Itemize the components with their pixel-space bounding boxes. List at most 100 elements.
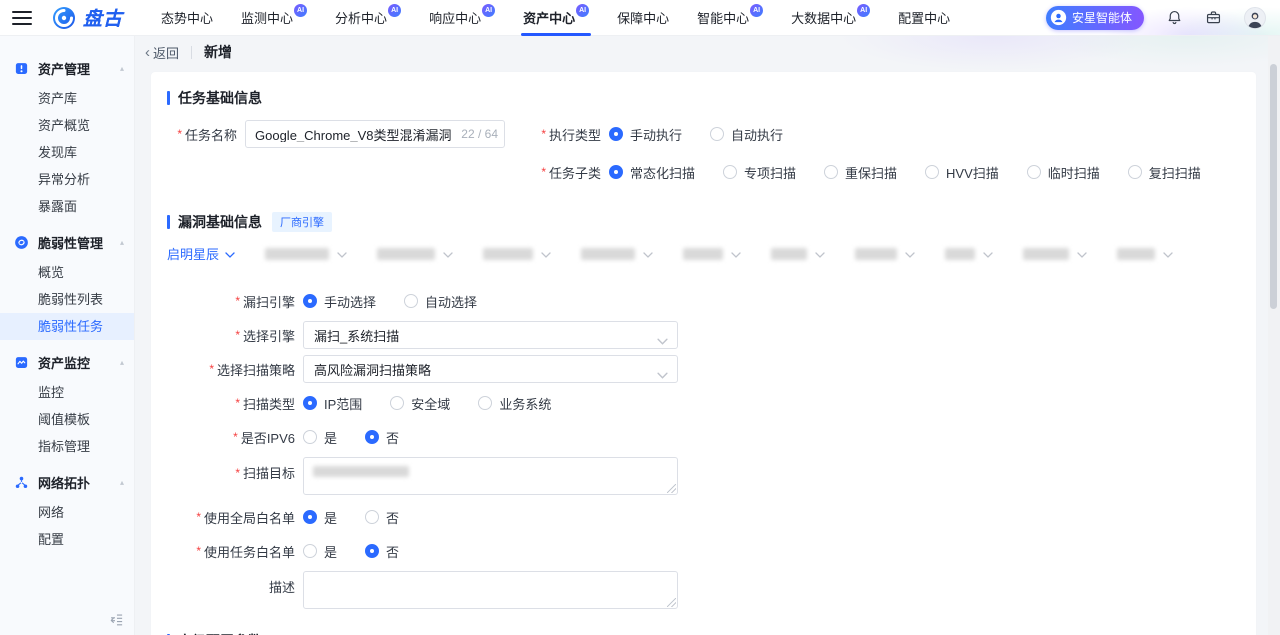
sidebar-item-监控[interactable]: 监控 bbox=[0, 379, 134, 406]
nav-item-label: 资产中心 bbox=[523, 8, 575, 27]
task-whitelist-row: 使用任务白名单 是 否 bbox=[167, 537, 1240, 565]
radio-option-安全域[interactable]: 安全域 bbox=[390, 394, 450, 413]
assistant-label: 安星智能体 bbox=[1072, 9, 1132, 26]
global-whitelist-radio-group: 是否 bbox=[303, 508, 427, 527]
global-whitelist-label: 使用全局白名单 bbox=[167, 508, 295, 527]
radio-option-手动选择[interactable]: 手动选择 bbox=[303, 292, 376, 311]
radio-option-复扫扫描[interactable]: 复扫扫描 bbox=[1128, 163, 1201, 182]
radio-option-自动选择[interactable]: 自动选择 bbox=[404, 292, 477, 311]
radio-dot bbox=[824, 165, 838, 179]
radio-option-label: 否 bbox=[386, 508, 399, 527]
sidebar-group-资产监控[interactable]: 资产监控▴ bbox=[0, 345, 134, 379]
sidebar-item-异常分析[interactable]: 异常分析 bbox=[0, 166, 134, 193]
vendor-redacted-dropdown[interactable] bbox=[771, 246, 825, 261]
nav-item-响应中心[interactable]: 响应中心AI bbox=[423, 0, 501, 36]
chevron-down-icon bbox=[731, 246, 741, 261]
nav-item-资产中心[interactable]: 资产中心AI bbox=[517, 0, 595, 36]
menu-toggle-icon[interactable] bbox=[12, 11, 32, 25]
ai-badge-icon: AI bbox=[294, 4, 307, 17]
description-textarea[interactable] bbox=[303, 571, 678, 609]
vendor-redacted-dropdown[interactable] bbox=[265, 246, 347, 261]
sidebar-item-指标管理[interactable]: 指标管理 bbox=[0, 433, 134, 460]
radio-option-重保扫描[interactable]: 重保扫描 bbox=[824, 163, 897, 182]
ai-badge-icon: AI bbox=[857, 4, 870, 17]
nav-item-大数据中心[interactable]: 大数据中心AI bbox=[785, 0, 876, 36]
sidebar-collapse-icon[interactable] bbox=[109, 612, 124, 627]
vendor-select-qimingxingchen[interactable]: 启明星辰 bbox=[167, 244, 235, 263]
radio-option-专项扫描[interactable]: 专项扫描 bbox=[723, 163, 796, 182]
ai-assistant-button[interactable]: 安星智能体 bbox=[1046, 6, 1144, 30]
radio-option-临时扫描[interactable]: 临时扫描 bbox=[1027, 163, 1100, 182]
sidebar-group-脆弱性管理[interactable]: 脆弱性管理▴ bbox=[0, 225, 134, 259]
toolbox-icon[interactable] bbox=[1205, 9, 1222, 26]
ai-badge-icon: AI bbox=[750, 4, 763, 17]
sidebar-item-脆弱性列表[interactable]: 脆弱性列表 bbox=[0, 286, 134, 313]
radio-option-手动执行[interactable]: 手动执行 bbox=[609, 125, 682, 144]
sidebar-item-脆弱性任务[interactable]: 脆弱性任务 bbox=[0, 313, 134, 340]
task-whitelist-label: 使用任务白名单 bbox=[167, 542, 295, 561]
logo-text: 盘古 bbox=[83, 4, 123, 31]
engine-select[interactable]: 漏扫_系统扫描 bbox=[303, 321, 678, 349]
task-name-input[interactable] bbox=[255, 127, 457, 142]
nav-item-分析中心[interactable]: 分析中心AI bbox=[329, 0, 407, 36]
sidebar-group-资产管理[interactable]: 资产管理▴ bbox=[0, 51, 134, 85]
radio-option-label: 是 bbox=[324, 542, 337, 561]
vendor-redacted-dropdown[interactable] bbox=[1023, 246, 1087, 261]
sidebar-item-概览[interactable]: 概览 bbox=[0, 259, 134, 286]
scan-target-textarea[interactable] bbox=[303, 457, 678, 495]
radio-option-是[interactable]: 是 bbox=[303, 508, 337, 527]
radio-option-业务系统[interactable]: 业务系统 bbox=[478, 394, 551, 413]
caret-up-icon: ▴ bbox=[120, 358, 124, 367]
radio-option-是[interactable]: 是 bbox=[303, 542, 337, 561]
vendor-redacted-dropdown[interactable] bbox=[483, 246, 551, 261]
notification-bell-icon[interactable] bbox=[1166, 9, 1183, 26]
ai-badge-icon: AI bbox=[576, 4, 589, 17]
radio-option-IP范围[interactable]: IP范围 bbox=[303, 394, 362, 413]
nav-items: 态势中心监测中心AI分析中心AI响应中心AI资产中心AI保障中心智能中心AI大数… bbox=[155, 0, 972, 36]
chevron-down-icon bbox=[983, 246, 993, 261]
sidebar-item-阈值模板[interactable]: 阈值模板 bbox=[0, 406, 134, 433]
sidebar-item-配置[interactable]: 配置 bbox=[0, 526, 134, 553]
char-counter: 22 / 64 bbox=[461, 127, 498, 141]
sidebar-item-资产概览[interactable]: 资产概览 bbox=[0, 112, 134, 139]
header-divider bbox=[191, 46, 192, 59]
nav-item-配置中心[interactable]: 配置中心 bbox=[892, 0, 956, 36]
chevron-down-icon bbox=[643, 246, 653, 261]
radio-option-HVV扫描[interactable]: HVV扫描 bbox=[925, 163, 999, 182]
vendor-redacted-dropdown[interactable] bbox=[683, 246, 741, 261]
strategy-select[interactable]: 高风险漏洞扫描策略 bbox=[303, 355, 678, 383]
vendor-redacted-dropdown[interactable] bbox=[1117, 246, 1173, 261]
scrollbar-track[interactable] bbox=[1268, 36, 1280, 635]
radio-option-否[interactable]: 否 bbox=[365, 542, 399, 561]
radio-dot bbox=[609, 165, 623, 179]
sidebar-item-资产库[interactable]: 资产库 bbox=[0, 85, 134, 112]
nav-item-保障中心[interactable]: 保障中心 bbox=[611, 0, 675, 36]
radio-option-自动执行[interactable]: 自动执行 bbox=[710, 125, 783, 144]
radio-option-label: 临时扫描 bbox=[1048, 163, 1100, 182]
radio-option-常态化扫描[interactable]: 常态化扫描 bbox=[609, 163, 695, 182]
nav-item-监测中心[interactable]: 监测中心AI bbox=[235, 0, 313, 36]
radio-option-否[interactable]: 否 bbox=[365, 428, 399, 447]
radio-dot bbox=[365, 510, 379, 524]
back-label: 返回 bbox=[153, 43, 179, 62]
strategy-select-value: 高风险漏洞扫描策略 bbox=[314, 360, 431, 379]
radio-option-是[interactable]: 是 bbox=[303, 428, 337, 447]
nav-item-态势中心[interactable]: 态势中心 bbox=[155, 0, 219, 36]
back-button[interactable]: ‹ 返回 bbox=[145, 43, 179, 62]
vendor-redacted-dropdown[interactable] bbox=[377, 246, 453, 261]
sidebar-group-网络拓扑[interactable]: 网络拓扑▴ bbox=[0, 465, 134, 499]
radio-option-否[interactable]: 否 bbox=[365, 508, 399, 527]
ipv6-radio-group: 是否 bbox=[303, 428, 427, 447]
vendor-redacted-dropdown[interactable] bbox=[855, 246, 915, 261]
radio-option-label: HVV扫描 bbox=[946, 163, 999, 182]
sidebar-item-暴露面[interactable]: 暴露面 bbox=[0, 193, 134, 220]
vendor-redacted-dropdown[interactable] bbox=[945, 246, 993, 261]
scrollbar-thumb[interactable] bbox=[1270, 64, 1277, 309]
radio-dot bbox=[303, 430, 317, 444]
nav-item-label: 分析中心 bbox=[335, 8, 387, 27]
nav-item-智能中心[interactable]: 智能中心AI bbox=[691, 0, 769, 36]
sidebar-item-发现库[interactable]: 发现库 bbox=[0, 139, 134, 166]
user-avatar[interactable] bbox=[1244, 7, 1266, 29]
vendor-redacted-dropdown[interactable] bbox=[581, 246, 653, 261]
sidebar-item-网络[interactable]: 网络 bbox=[0, 499, 134, 526]
